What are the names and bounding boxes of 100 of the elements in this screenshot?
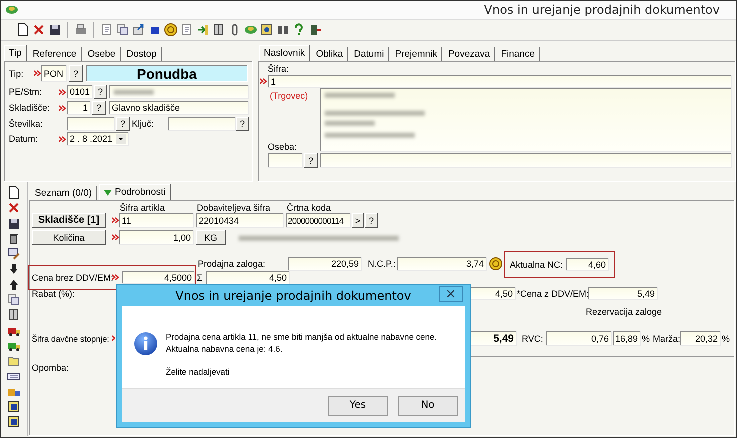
- arrow-icon[interactable]: [196, 23, 210, 37]
- page-icon[interactable]: [16, 23, 30, 37]
- edit-icon[interactable]: [7, 247, 21, 262]
- field-label: Tip:: [9, 68, 24, 78]
- text-field[interactable]: 22010434: [196, 213, 284, 228]
- tab[interactable]: Povezava: [444, 47, 496, 61]
- text-field[interactable]: 1,00: [119, 230, 194, 245]
- text-field[interactable]: [320, 153, 732, 168]
- field-label: Datum:: [9, 134, 38, 144]
- text-field[interactable]: 4,60: [566, 258, 609, 271]
- text-field[interactable]: [109, 85, 249, 99]
- field-label: Prodajna zaloga:: [198, 259, 266, 269]
- role-label: (Trgovec): [270, 91, 308, 101]
- field-label: Šifra:: [268, 64, 290, 74]
- printer-icon[interactable]: [74, 23, 88, 37]
- text-field[interactable]: 2000000000114: [286, 213, 351, 228]
- cross-icon[interactable]: [7, 201, 21, 216]
- card-icon[interactable]: [260, 23, 274, 37]
- text-field[interactable]: Ponudba: [86, 65, 248, 82]
- text-field[interactable]: 4,50: [470, 287, 516, 300]
- text-field[interactable]: 1: [268, 75, 732, 88]
- framed-document-icon[interactable]: [7, 400, 21, 414]
- page-icon[interactable]: [7, 186, 21, 200]
- up-arrow-icon[interactable]: [7, 278, 21, 292]
- text-field[interactable]: 0,76: [546, 331, 612, 346]
- tab[interactable]: Finance: [497, 47, 540, 61]
- dialog-button[interactable]: Yes: [328, 396, 388, 416]
- text-field[interactable]: [67, 117, 115, 131]
- lookup-button[interactable]: ?: [365, 213, 378, 228]
- text-field[interactable]: 220,59: [288, 257, 362, 271]
- framed-document-icon[interactable]: [7, 415, 21, 430]
- tab[interactable]: Dostop: [122, 47, 162, 61]
- unit-button[interactable]: KG: [196, 230, 226, 245]
- text-field[interactable]: 0101: [67, 85, 93, 99]
- tab[interactable]: Podrobnosti: [99, 184, 171, 201]
- dialog-button[interactable]: No: [398, 396, 458, 416]
- text-field[interactable]: [268, 153, 303, 168]
- document-icon[interactable]: [180, 23, 194, 37]
- text-field[interactable]: 11: [119, 213, 194, 228]
- lookup-button[interactable]: ?: [69, 65, 83, 82]
- text-field[interactable]: 4,50: [206, 271, 290, 285]
- date-field[interactable]: 2 . 8 .2021: [67, 132, 129, 146]
- text-field[interactable]: 3,74: [397, 257, 487, 271]
- text-field[interactable]: [168, 117, 236, 131]
- lookup-button[interactable]: ?: [236, 117, 249, 131]
- column-header: Dobaviteljeva šifra: [197, 203, 271, 213]
- unit-label: %: [722, 334, 730, 344]
- lookup-button[interactable]: ?: [304, 153, 318, 168]
- next-button[interactable]: >: [352, 213, 364, 228]
- cross-icon[interactable]: [32, 23, 46, 37]
- tab[interactable]: Reference: [28, 47, 82, 61]
- export-icon[interactable]: [132, 23, 146, 37]
- tab[interactable]: Prejemnik: [391, 47, 442, 61]
- text-field[interactable]: 1: [67, 101, 91, 115]
- quantity-button[interactable]: Količina: [32, 230, 106, 245]
- coin-icon[interactable]: [164, 23, 178, 37]
- document-icon[interactable]: [100, 23, 114, 37]
- text-field[interactable]: 4,5000: [122, 271, 195, 284]
- field-label: Oseba:: [268, 142, 298, 152]
- window-title: Vnos in urejanje prodajnih dokumentov: [484, 3, 720, 17]
- floppy-icon[interactable]: [7, 216, 21, 231]
- disc-icon[interactable]: [5, 3, 19, 17]
- field-label: Opomba:: [32, 362, 70, 372]
- text-field[interactable]: PON: [41, 65, 67, 82]
- disc-icon[interactable]: [244, 23, 258, 37]
- text-field[interactable]: 5,49: [588, 287, 658, 300]
- copy-icon[interactable]: [7, 293, 21, 308]
- text-field[interactable]: Glavno skladišče: [109, 101, 249, 115]
- tab[interactable]: Datumi: [350, 47, 390, 61]
- tab[interactable]: Tip: [4, 45, 27, 62]
- down-arrow-icon[interactable]: [7, 262, 21, 276]
- tab[interactable]: Naslovnik: [259, 45, 310, 62]
- close-button[interactable]: ×: [439, 286, 463, 302]
- field-label: Številka:: [9, 119, 44, 129]
- unit-label: %: [642, 334, 650, 344]
- address-field[interactable]: [320, 88, 732, 152]
- field-label: Rezervacija zaloge: [586, 306, 662, 316]
- tab[interactable]: Osebe: [84, 47, 121, 61]
- floppy-icon[interactable]: [48, 23, 62, 37]
- lookup-button[interactable]: ?: [94, 85, 107, 99]
- field-label: Ključ:: [132, 119, 154, 129]
- field-label: Cena brez DDV/EM:: [32, 272, 112, 284]
- tab[interactable]: Seznam (0/0): [31, 186, 98, 200]
- lookup-button[interactable]: ?: [116, 117, 130, 131]
- lookup-button[interactable]: ?: [92, 101, 106, 115]
- tab[interactable]: Oblika: [312, 47, 348, 61]
- text-field[interactable]: 16,89: [613, 331, 641, 346]
- field-label: Rabat (%):: [32, 288, 76, 298]
- message-text: Prodajna cena artikla 11, ne sme biti manjša od aktualne nabavne cene.: [166, 332, 438, 342]
- text-field[interactable]: 5,49: [470, 331, 517, 346]
- column-header: Črtna koda: [287, 203, 332, 213]
- coin-icon[interactable]: [489, 257, 503, 271]
- text-field[interactable]: 20,32: [680, 331, 721, 346]
- question-text: Želite nadaljevati: [166, 367, 231, 377]
- copy-icon[interactable]: [116, 23, 130, 37]
- blurred-text: [114, 90, 154, 95]
- field-label: Aktualna NC:: [510, 260, 560, 270]
- warehouse-button[interactable]: Skladišče [1]: [32, 213, 106, 228]
- bin-icon[interactable]: [7, 232, 21, 246]
- columns-icon[interactable]: [276, 23, 290, 37]
